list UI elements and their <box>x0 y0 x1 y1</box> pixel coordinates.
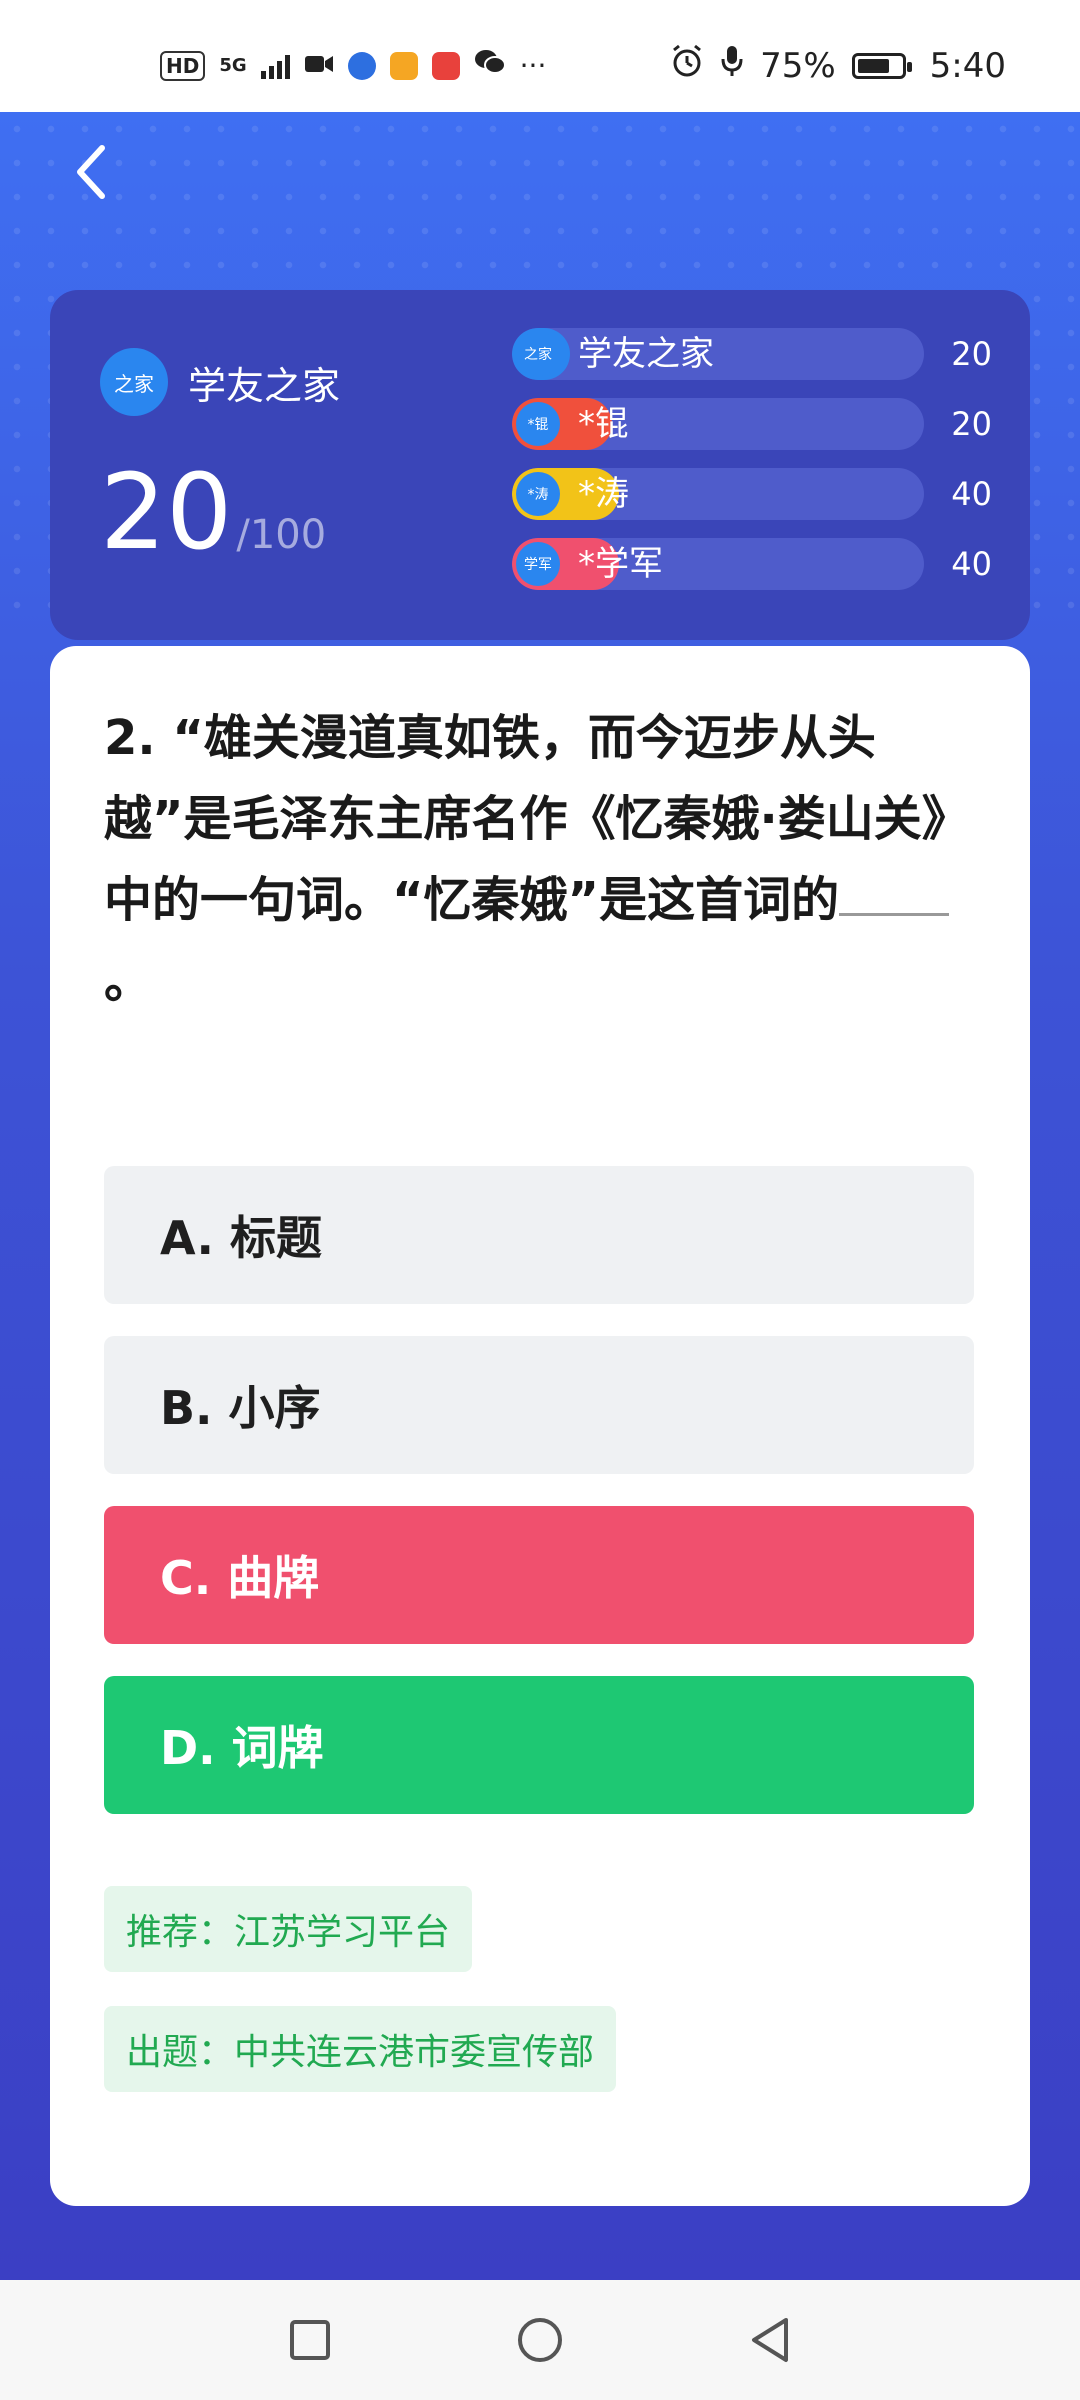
option-label: A. 标题 <box>160 1211 322 1265</box>
wechat-icon <box>474 48 506 83</box>
status-right: 75% 5:40 <box>670 44 1006 87</box>
player-name: *锟 <box>578 404 629 444</box>
status-left: HD 5G ··· <box>160 48 546 83</box>
app-icon-browser <box>347 51 376 80</box>
option-d-correct[interactable]: D. 词牌 <box>104 1676 974 1814</box>
player-name: *学军 <box>578 544 663 584</box>
back-button[interactable] <box>60 142 120 202</box>
progress-track <box>512 468 924 520</box>
clock: 5:40 <box>929 45 1006 86</box>
my-name: 学友之家 <box>188 363 341 408</box>
option-a[interactable]: A. 标题 <box>104 1166 974 1304</box>
option-label: C. 曲牌 <box>160 1551 320 1605</box>
recommend-tag: 推荐：江苏学习平台 <box>104 1886 473 1972</box>
video-icon <box>304 49 334 82</box>
signal-icon <box>260 53 290 79</box>
chevron-left-icon <box>77 145 105 199</box>
my-profile: 之家 学友之家 <box>100 348 340 416</box>
circle-icon <box>518 2318 562 2362</box>
my-score: 20/100 <box>100 460 326 564</box>
player-avatar: 之家 <box>516 332 560 376</box>
option-c-wrong[interactable]: C. 曲牌 <box>104 1506 974 1644</box>
microphone-icon <box>720 44 744 87</box>
answer-blank <box>839 873 950 916</box>
alarm-icon <box>670 44 704 87</box>
player-name: 学友之家 <box>578 334 714 374</box>
my-score-value: 20 <box>100 451 233 573</box>
progress-track <box>512 328 924 380</box>
more-notifications: ··· <box>519 49 547 82</box>
ranking-row: 之家 学友之家 20 <box>512 326 992 382</box>
app-icon-red <box>431 51 460 80</box>
player-score: 40 <box>951 545 992 583</box>
ranking-row: *涛 *涛 40 <box>512 466 992 522</box>
progress-track <box>512 538 924 590</box>
player-score: 20 <box>951 405 992 443</box>
ranking-row: 学军 *学军 40 <box>512 536 992 592</box>
app-icon-video <box>389 51 418 80</box>
back-nav-button[interactable] <box>746 2316 794 2364</box>
question-card: 2. “雄关漫道真如铁，而今迈步从头越”是毛泽东主席名作《忆秦娥·娄山关》中的一… <box>50 646 1030 2206</box>
square-icon <box>290 2320 330 2360</box>
player-score: 40 <box>951 475 992 513</box>
ranking-row: *锟 *锟 20 <box>512 396 992 452</box>
option-label: D. 词牌 <box>160 1721 324 1775</box>
navigation-bar <box>0 2280 1080 2400</box>
avatar: 之家 <box>100 348 168 416</box>
home-button[interactable] <box>516 2316 564 2364</box>
recent-apps-button[interactable] <box>286 2316 334 2364</box>
main-area: 之家 学友之家 20/100 之家 学友之家 20 *锟 *锟 20 *涛 *涛 <box>0 112 1080 2280</box>
question-text: 2. “雄关漫道真如铁，而今迈步从头越”是毛泽东主席名作《忆秦娥·娄山关》中的一… <box>104 698 984 1022</box>
player-avatar: *涛 <box>516 472 560 516</box>
option-b[interactable]: B. 小序 <box>104 1336 974 1474</box>
network-type: 5G <box>219 55 247 76</box>
status-bar: HD 5G ··· 75% 5:40 <box>0 0 1080 112</box>
player-name: *涛 <box>578 474 629 514</box>
player-avatar: 学军 <box>516 542 560 586</box>
source-tag: 出题：中共连云港市委宣传部 <box>104 2006 617 2092</box>
triangle-back-icon <box>752 2318 788 2362</box>
player-score: 20 <box>951 335 992 373</box>
player-avatar: *锟 <box>516 402 560 446</box>
question-tail: 。 <box>104 953 153 1009</box>
ranking-list: 之家 学友之家 20 *锟 *锟 20 *涛 *涛 40 学军 *学军 40 <box>512 326 992 606</box>
option-label: B. 小序 <box>160 1381 321 1435</box>
my-score-total: /100 <box>236 512 327 558</box>
battery-icon <box>851 52 912 79</box>
progress-track <box>512 398 924 450</box>
scoreboard-panel: 之家 学友之家 20/100 之家 学友之家 20 *锟 *锟 20 *涛 *涛 <box>50 290 1030 640</box>
hd-badge: HD <box>160 50 206 81</box>
battery-percent: 75% <box>760 45 836 86</box>
